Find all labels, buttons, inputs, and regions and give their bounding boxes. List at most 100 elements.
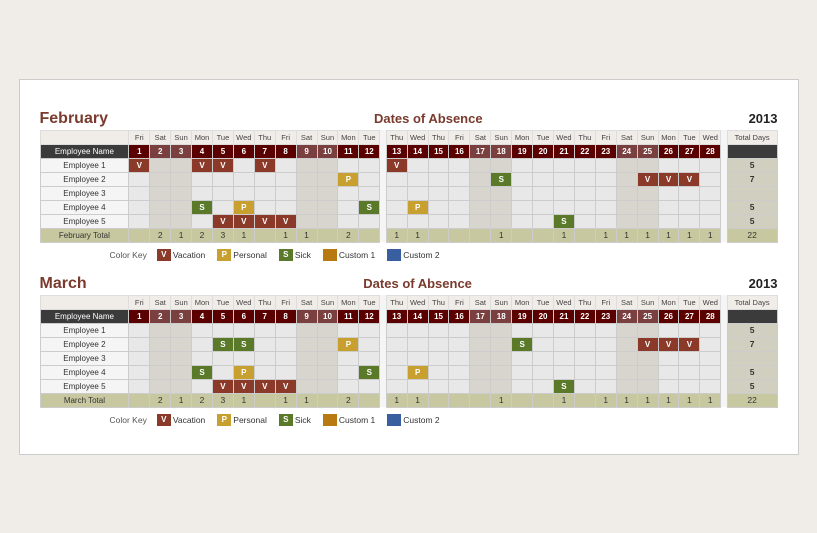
total-day-10 bbox=[317, 228, 338, 242]
employee-name-cell: Employee 5 bbox=[40, 214, 129, 228]
day-cell-13: V bbox=[386, 158, 407, 172]
day-num-17: 17 bbox=[470, 309, 491, 323]
day-cell-13 bbox=[386, 214, 407, 228]
key-text-custom1: Custom 1 bbox=[339, 250, 375, 260]
color-key-row: Color KeyVVacationPPersonalSSickCustom 1… bbox=[110, 249, 778, 261]
day-cell-26 bbox=[658, 323, 679, 337]
day-cell-18 bbox=[491, 337, 512, 351]
day-cell-1 bbox=[129, 337, 150, 351]
total-day-16 bbox=[449, 393, 470, 407]
day-cell-10 bbox=[317, 158, 338, 172]
employee-row: Employee 3 bbox=[40, 351, 777, 365]
total-days-cell bbox=[727, 186, 777, 200]
day-num-22: 22 bbox=[574, 144, 595, 158]
day-cell-12 bbox=[359, 323, 380, 337]
day-cell-17 bbox=[470, 158, 491, 172]
day-num-4: 4 bbox=[192, 309, 213, 323]
day-cell-20 bbox=[533, 379, 554, 393]
day-cell-1 bbox=[129, 200, 150, 214]
day-num-27: 27 bbox=[679, 309, 700, 323]
day-cell-17 bbox=[470, 172, 491, 186]
color-key-row: Color KeyVVacationPPersonalSSickCustom 1… bbox=[110, 414, 778, 426]
day-name-25: Sun bbox=[637, 295, 658, 309]
day-num-28: 28 bbox=[700, 144, 721, 158]
key-item-custom2: Custom 2 bbox=[387, 414, 439, 426]
year-label: 2013 bbox=[749, 111, 778, 126]
day-num-21: 21 bbox=[554, 144, 575, 158]
day-cell-4 bbox=[192, 379, 213, 393]
total-day-20 bbox=[533, 228, 554, 242]
day-cell-22 bbox=[574, 186, 595, 200]
day-cell-27 bbox=[679, 158, 700, 172]
key-box-personal: P bbox=[217, 414, 231, 426]
dates-of-absence-label: Dates of Absence bbox=[108, 111, 749, 126]
key-text-vacation: Vacation bbox=[173, 415, 205, 425]
key-text-vacation: Vacation bbox=[173, 250, 205, 260]
day-cell-14: P bbox=[407, 200, 428, 214]
total-day-22 bbox=[574, 228, 595, 242]
day-cell-7: V bbox=[254, 158, 275, 172]
day-cell-7 bbox=[254, 200, 275, 214]
day-cell-25 bbox=[637, 214, 658, 228]
key-item-custom2: Custom 2 bbox=[387, 249, 439, 261]
total-day-16 bbox=[449, 228, 470, 242]
day-cell-3 bbox=[171, 365, 192, 379]
day-name-11: Mon bbox=[338, 295, 359, 309]
day-cell-20 bbox=[533, 365, 554, 379]
schedule-table: FriSatSunMonTueWedThuFriSatSunMonTueThuW… bbox=[40, 130, 778, 243]
total-day-21: 1 bbox=[554, 393, 575, 407]
day-cell-25: V bbox=[637, 172, 658, 186]
day-cell-3 bbox=[171, 351, 192, 365]
day-num-24: 24 bbox=[616, 309, 637, 323]
day-num-6: 6 bbox=[233, 144, 254, 158]
day-name-11: Mon bbox=[338, 130, 359, 144]
day-cell-18 bbox=[491, 158, 512, 172]
total-day-10 bbox=[317, 393, 338, 407]
day-cell-25 bbox=[637, 186, 658, 200]
total-day-25: 1 bbox=[637, 228, 658, 242]
day-cell-23 bbox=[595, 323, 616, 337]
day-cell-11: P bbox=[338, 337, 359, 351]
day-name-10: Sun bbox=[317, 295, 338, 309]
total-day-24: 1 bbox=[616, 393, 637, 407]
day-cell-9 bbox=[296, 214, 317, 228]
day-cell-5 bbox=[212, 365, 233, 379]
day-cell-17 bbox=[470, 379, 491, 393]
day-cell-4 bbox=[192, 186, 213, 200]
day-cell-4 bbox=[192, 323, 213, 337]
day-cell-27 bbox=[679, 365, 700, 379]
total-day-24: 1 bbox=[616, 228, 637, 242]
day-cell-28 bbox=[700, 379, 721, 393]
day-cell-13 bbox=[386, 337, 407, 351]
day-cell-11 bbox=[338, 158, 359, 172]
day-cell-2 bbox=[150, 172, 171, 186]
total-day-27: 1 bbox=[679, 393, 700, 407]
day-num-17: 17 bbox=[470, 144, 491, 158]
day-cell-20 bbox=[533, 214, 554, 228]
day-cell-3 bbox=[171, 158, 192, 172]
day-cell-18 bbox=[491, 351, 512, 365]
day-num-10: 10 bbox=[317, 309, 338, 323]
day-cell-19 bbox=[512, 172, 533, 186]
day-cell-16 bbox=[449, 351, 470, 365]
employee-row: Employee 2SSPSVVV7 bbox=[40, 337, 777, 351]
day-num-15: 15 bbox=[428, 309, 449, 323]
day-num-19: 19 bbox=[512, 309, 533, 323]
day-cell-8 bbox=[275, 337, 296, 351]
total-day-15 bbox=[428, 228, 449, 242]
total-days-cell: 5 bbox=[727, 200, 777, 214]
day-cell-2 bbox=[150, 323, 171, 337]
total-day-26: 1 bbox=[658, 393, 679, 407]
day-cell-21 bbox=[554, 323, 575, 337]
day-num-13: 13 bbox=[386, 309, 407, 323]
monthly-total-row: March Total21231112111111111122 bbox=[40, 393, 777, 407]
day-cell-2 bbox=[150, 214, 171, 228]
day-cell-15 bbox=[428, 323, 449, 337]
day-cell-5 bbox=[212, 172, 233, 186]
employee-name-cell: Employee 1 bbox=[40, 158, 129, 172]
day-cell-25: V bbox=[637, 337, 658, 351]
day-cell-15 bbox=[428, 351, 449, 365]
day-cell-3 bbox=[171, 337, 192, 351]
total-day-20 bbox=[533, 393, 554, 407]
day-name-28: Wed bbox=[700, 130, 721, 144]
